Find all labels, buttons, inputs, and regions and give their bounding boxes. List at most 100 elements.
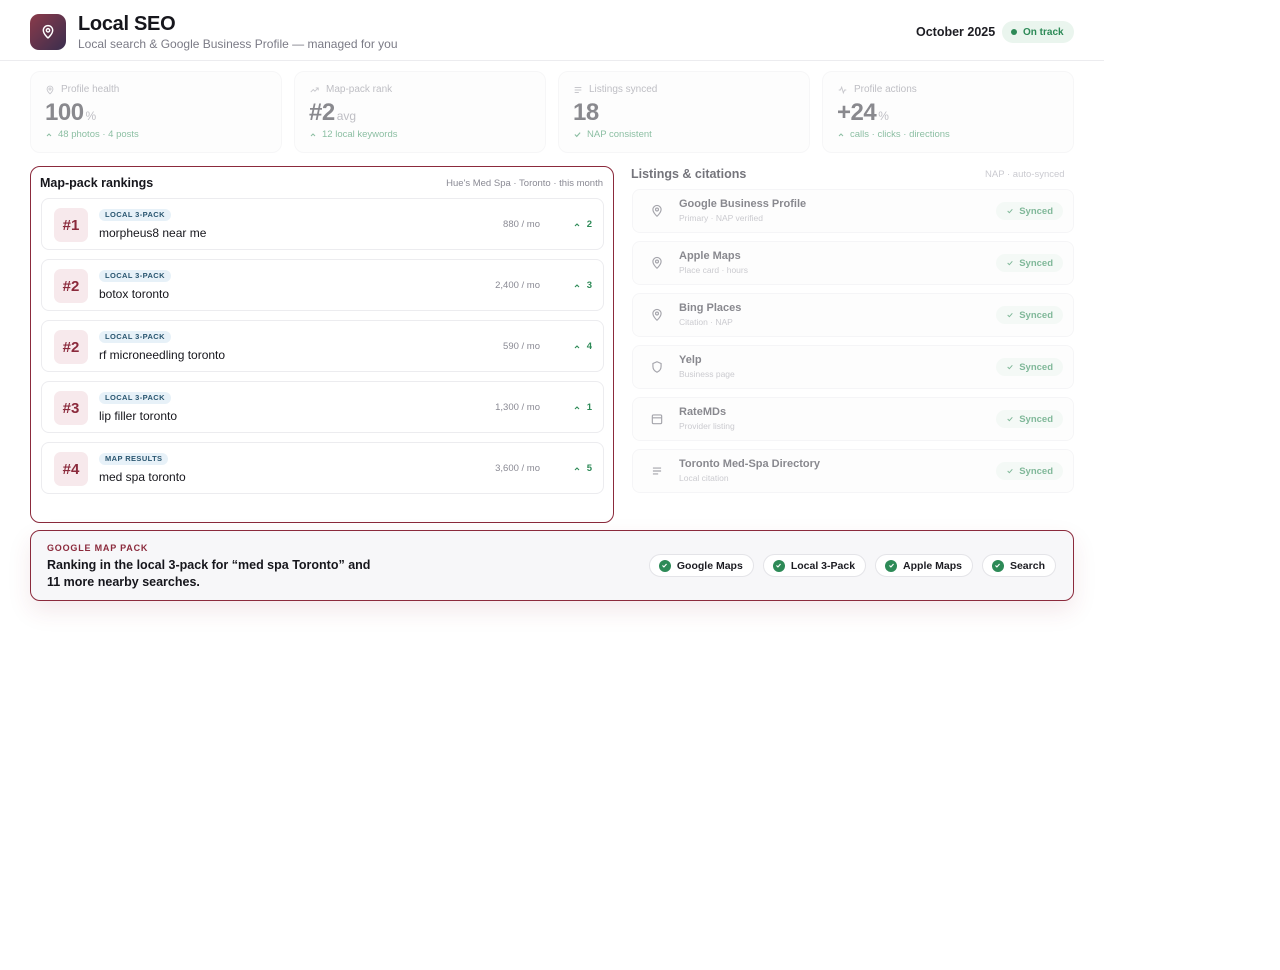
- rank-keyword: botox toronto: [99, 287, 170, 301]
- check-icon: [1007, 312, 1013, 318]
- report-month[interactable]: October 2025: [916, 25, 995, 39]
- rank-badge: #2: [54, 330, 88, 364]
- listing-row-yelp[interactable]: Yelp Business page Synced: [632, 345, 1074, 389]
- rank-delta: 5: [573, 463, 592, 474]
- map-pin-icon: [42, 25, 54, 39]
- kpi-foot: calls · clicks · directions: [850, 129, 950, 140]
- synced-label: Synced: [1019, 257, 1053, 269]
- kpi-label: Profile health: [61, 84, 120, 95]
- chevron-up-icon: [574, 466, 580, 470]
- banner-kicker: GOOGLE MAP PACK: [47, 543, 149, 553]
- check-circle-icon: [991, 559, 1004, 572]
- panel-title: Map-pack rankings: [40, 176, 154, 190]
- shield-icon: [652, 361, 662, 373]
- ranking-row[interactable]: #2 LOCAL 3-PACK rf microneedling toronto…: [41, 320, 604, 372]
- panel-meta: Hue's Med Spa · Toronto · this month: [446, 178, 603, 189]
- check-icon: [1007, 364, 1013, 370]
- chevron-up-icon: [574, 405, 580, 409]
- rank-keyword: rf microneedling toronto: [99, 348, 226, 362]
- kpi-unit: %: [878, 109, 889, 123]
- rank-delta: 3: [573, 280, 592, 291]
- rank-delta-value: 5: [586, 463, 592, 474]
- rank-badge: #1: [54, 208, 88, 242]
- rank-tag: LOCAL 3-PACK: [99, 209, 171, 221]
- map-pack-banner: GOOGLE MAP PACK Ranking in the local 3-p…: [30, 530, 1074, 601]
- chevron-up-icon: [574, 283, 580, 287]
- rank-keyword: morpheus8 near me: [99, 226, 207, 240]
- map-pin-icon: [46, 85, 54, 94]
- chip-label: Google Maps: [676, 559, 743, 572]
- rank-delta: 1: [573, 402, 592, 413]
- rank-tag: MAP RESULTS: [99, 453, 169, 465]
- chip-local-3-pack[interactable]: Local 3-Pack: [762, 554, 867, 577]
- listing-row-bing-places[interactable]: Bing Places Citation · NAP Synced: [632, 293, 1074, 337]
- ranking-row[interactable]: #3 LOCAL 3-PACK lip filler toronto 1,300…: [41, 381, 604, 433]
- chip-apple-maps[interactable]: Apple Maps: [875, 554, 973, 577]
- chip-google-maps[interactable]: Google Maps: [648, 554, 754, 577]
- listing-sub: Place card · hours: [679, 265, 748, 275]
- listing-row-google-business-profile[interactable]: Google Business Profile Primary · NAP ve…: [632, 189, 1074, 233]
- page-subtitle: Local search & Google Business Profile —…: [78, 37, 398, 51]
- synced-label: Synced: [1019, 413, 1053, 425]
- status-dot-icon: [1011, 29, 1017, 35]
- listing-sub: Business page: [679, 369, 735, 379]
- synced-label: Synced: [1019, 465, 1053, 477]
- listing-row-apple-maps[interactable]: Apple Maps Place card · hours Synced: [632, 241, 1074, 285]
- map-pin-icon: [652, 204, 662, 218]
- kpi-label: Listings synced: [589, 84, 658, 95]
- listing-name: Bing Places: [679, 302, 742, 314]
- check-circle-icon: [772, 559, 785, 572]
- check-icon: [1007, 260, 1013, 266]
- map-pin-icon: [652, 308, 662, 322]
- map-pin-icon: [652, 256, 662, 270]
- rank-tag: LOCAL 3-PACK: [99, 392, 171, 404]
- ranking-row[interactable]: #4 MAP RESULTS med spa toronto 3,600 / m…: [41, 442, 604, 494]
- chip-search[interactable]: Search: [981, 554, 1056, 577]
- listings-title: Listings & citations: [631, 167, 747, 181]
- check-icon: [1007, 468, 1013, 474]
- chevron-up-icon: [46, 132, 52, 136]
- listing-sub: Primary · NAP verified: [679, 213, 763, 223]
- rank-delta: 4: [573, 341, 592, 352]
- search-volume: 1,300 / mo: [495, 402, 540, 413]
- listings-meta: NAP · auto-synced: [985, 169, 1065, 180]
- kpi-value: +24: [837, 99, 877, 126]
- kpi-value: #2: [309, 99, 335, 126]
- calendar-icon: [651, 414, 663, 425]
- rank-badge: #2: [54, 269, 88, 303]
- map-pack-rankings-panel: Map-pack rankings Hue's Med Spa · Toront…: [30, 166, 614, 523]
- kpi-card-listings-synced: Listings synced 18 NAP consistent: [558, 71, 810, 153]
- kpi-foot: 12 local keywords: [322, 129, 398, 140]
- page-title: Local SEO: [78, 13, 176, 35]
- ranking-row[interactable]: #2 LOCAL 3-PACK botox toronto 2,400 / mo…: [41, 259, 604, 311]
- chip-label: Search: [1009, 559, 1045, 572]
- rank-delta-value: 4: [586, 341, 592, 352]
- kpi-value: 100: [45, 99, 84, 126]
- listing-name: Yelp: [679, 354, 702, 366]
- listing-row-ratemds[interactable]: RateMDs Provider listing Synced: [632, 397, 1074, 441]
- search-volume: 2,400 / mo: [495, 280, 540, 291]
- surface-chips: Google Maps Local 3-Pack Apple Maps Sear…: [648, 554, 1056, 577]
- ranking-row[interactable]: #1 LOCAL 3-PACK morpheus8 near me 880 / …: [41, 198, 604, 250]
- rank-delta: 2: [573, 219, 592, 230]
- rank-delta-value: 3: [586, 280, 592, 291]
- listing-name: Toronto Med-Spa Directory: [679, 458, 820, 470]
- listing-row-toronto-med-spa-directory[interactable]: Toronto Med-Spa Directory Local citation…: [632, 449, 1074, 493]
- chevron-up-icon: [574, 222, 580, 226]
- search-volume: 3,600 / mo: [495, 463, 540, 474]
- status-label: On track: [1023, 26, 1064, 38]
- rank-delta-value: 2: [586, 219, 592, 230]
- rank-badge: #3: [54, 391, 88, 425]
- synced-badge: Synced: [996, 306, 1063, 324]
- kpi-value: 18: [573, 99, 599, 126]
- page-header: Local SEO Local search & Google Business…: [0, 0, 1104, 61]
- check-circle-icon: [885, 559, 898, 572]
- synced-badge: Synced: [996, 202, 1063, 220]
- list-icon: [574, 86, 582, 93]
- synced-label: Synced: [1019, 309, 1053, 321]
- rank-keyword: lip filler toronto: [99, 409, 178, 423]
- chevron-up-icon: [574, 344, 580, 348]
- synced-label: Synced: [1019, 361, 1053, 373]
- listing-sub: Citation · NAP: [679, 317, 733, 327]
- kpi-card-profile-health: Profile health 100% 48 photos · 4 posts: [30, 71, 282, 153]
